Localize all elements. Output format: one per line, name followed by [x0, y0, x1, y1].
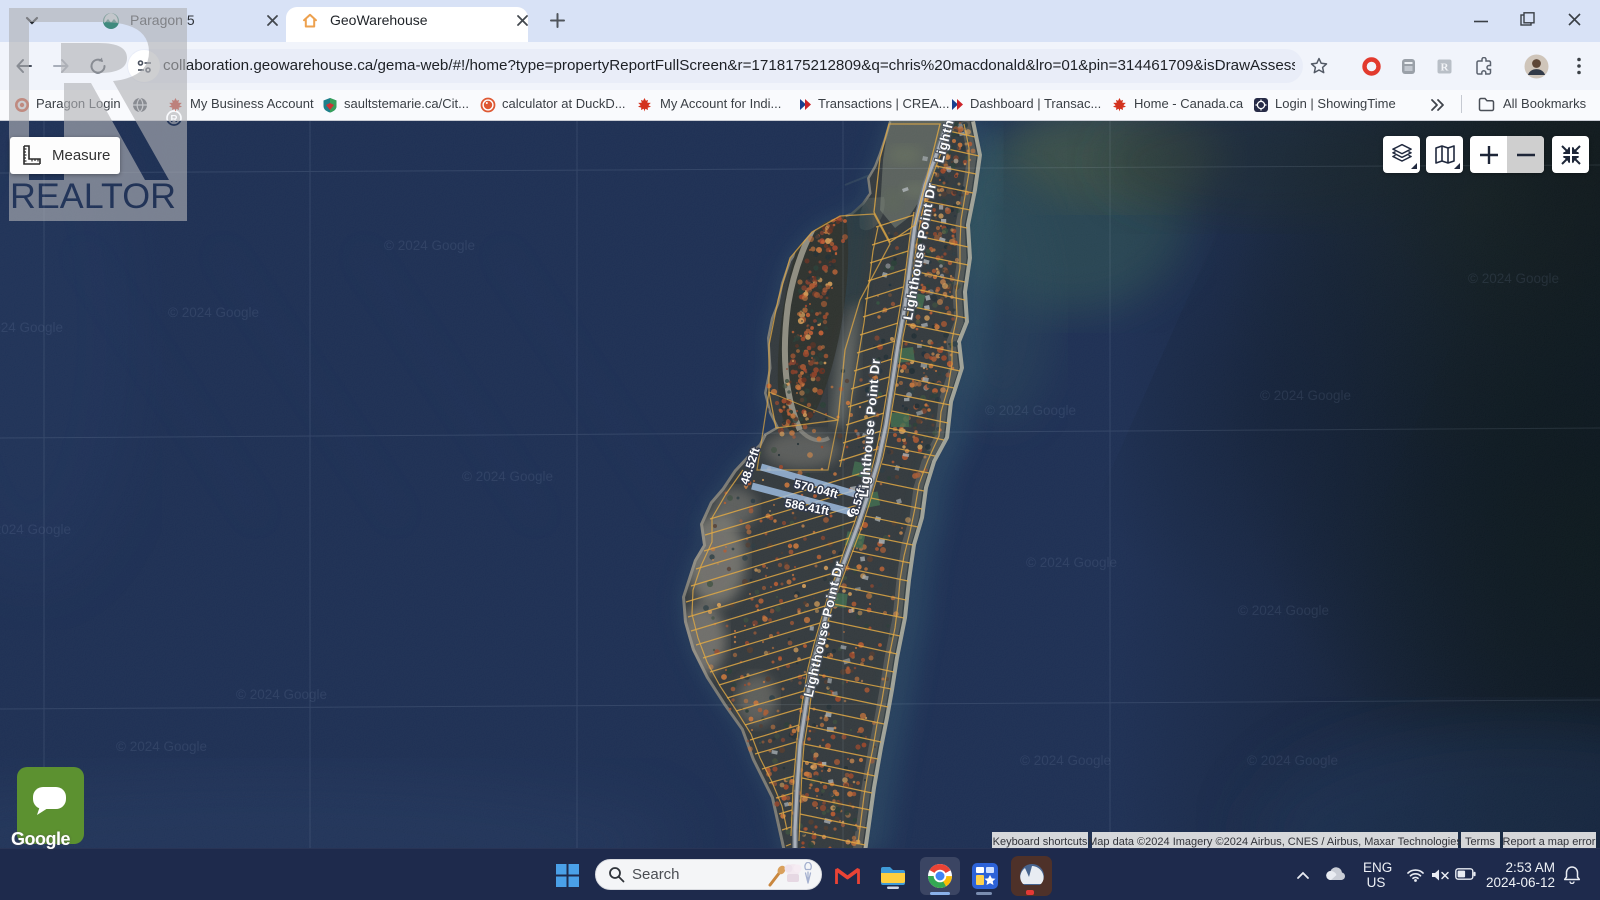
- svg-text:Report a map error: Report a map error: [1503, 836, 1596, 848]
- svg-text:Keyboard shortcuts: Keyboard shortcuts: [993, 836, 1088, 848]
- svg-text:Terms: Terms: [1465, 836, 1495, 848]
- svg-text:Map data ©2024 Imagery ©2024 A: Map data ©2024 Imagery ©2024 Airbus, CNE…: [1088, 836, 1462, 848]
- svg-text:R: R: [1441, 62, 1450, 74]
